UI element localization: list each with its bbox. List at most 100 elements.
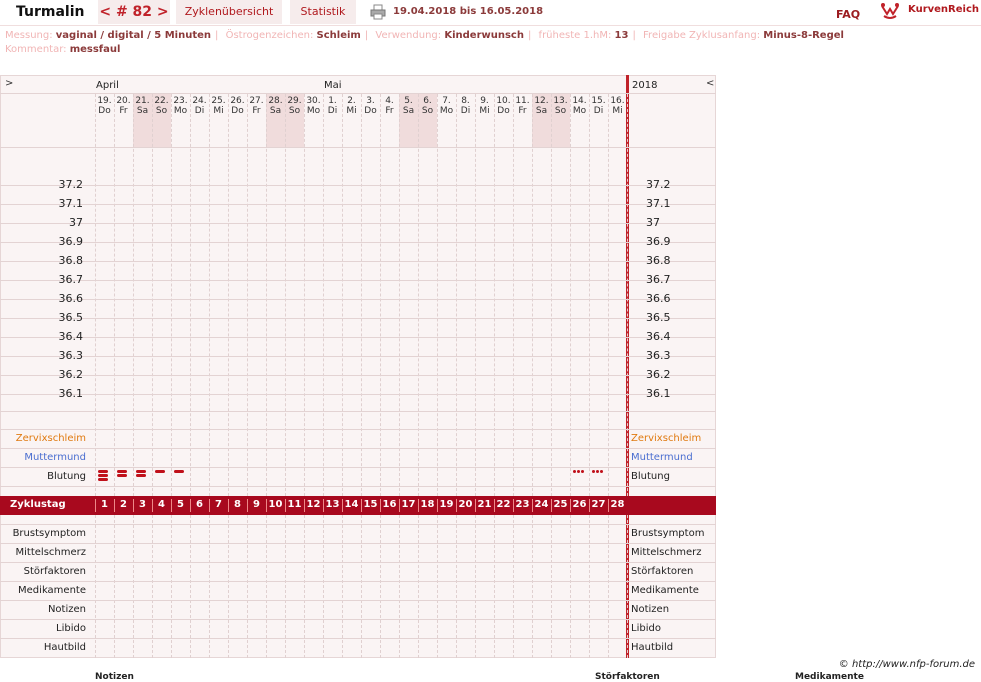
cycle-day-number[interactable]: 13	[323, 499, 342, 510]
verwendung-label: Verwendung:	[375, 30, 442, 41]
cycle-day-number[interactable]: 10	[266, 499, 285, 510]
faq-link[interactable]: FAQ	[836, 8, 860, 21]
cycle-day-number[interactable]: 2	[114, 499, 133, 510]
cycle-day-number[interactable]: 15	[361, 499, 380, 510]
day-gridline	[494, 94, 495, 496]
day-gridline	[456, 515, 457, 658]
day-header[interactable]: 12. Sa	[532, 96, 551, 116]
day-header[interactable]: 9. Mi	[475, 96, 494, 116]
cycle-day-number[interactable]: 21	[475, 499, 494, 510]
bleeding-mark-day2-b[interactable]	[117, 474, 127, 477]
printer-icon[interactable]	[370, 4, 386, 20]
bleeding-mark-day4[interactable]	[155, 470, 165, 473]
next-cycle-arrow[interactable]: <	[706, 78, 714, 89]
day-gridline	[513, 94, 514, 496]
row-label-brustsymptom: Brustsymptom	[12, 528, 86, 539]
day-date: 28.	[268, 96, 283, 106]
day-date: 3.	[366, 96, 375, 106]
row-label-störfaktoren: Störfaktoren	[23, 566, 86, 577]
day-header[interactable]: 14. Mo	[570, 96, 589, 116]
cycle-day-number[interactable]: 22	[494, 499, 513, 510]
spotting-dot[interactable]	[581, 470, 584, 473]
day-header[interactable]: 11. Fr	[513, 96, 532, 116]
day-gridline	[589, 94, 590, 496]
bleeding-mark-day5[interactable]	[174, 470, 184, 473]
day-header[interactable]: 7. Mo	[437, 96, 456, 116]
day-header[interactable]: 3. Do	[361, 96, 380, 116]
day-header[interactable]: 4. Fr	[380, 96, 399, 116]
day-header[interactable]: 21. Sa	[133, 96, 152, 116]
day-header[interactable]: 6. So	[418, 96, 437, 116]
bleeding-mark-day3-a[interactable]	[136, 470, 146, 473]
day-header[interactable]: 16. Mi	[608, 96, 627, 116]
bleeding-mark-day1-a[interactable]	[98, 470, 108, 473]
copyright-footer[interactable]: © http://www.nfp-forum.de	[839, 659, 975, 670]
cycle-day-number[interactable]: 3	[133, 499, 152, 510]
spotting-dot[interactable]	[592, 470, 595, 473]
cycle-day-number[interactable]: 4	[152, 499, 171, 510]
row-gridline	[0, 280, 716, 281]
cycle-day-number[interactable]: 20	[456, 499, 475, 510]
day-header[interactable]: 5. Sa	[399, 96, 418, 116]
day-header[interactable]: 15. Di	[589, 96, 608, 116]
bottom-notizen-heading: Notizen	[95, 672, 134, 682]
cycle-day-number[interactable]: 1	[95, 499, 114, 510]
day-header[interactable]: 13. So	[551, 96, 570, 116]
day-header[interactable]: 23. Mo	[171, 96, 190, 116]
cycle-day-number[interactable]: 18	[418, 499, 437, 510]
cycle-day-number[interactable]: 24	[532, 499, 551, 510]
day-date: 27.	[249, 96, 264, 106]
prev-cycle-arrow[interactable]: >	[5, 78, 13, 89]
day-header[interactable]: 24. Di	[190, 96, 209, 116]
day-header[interactable]: 29. So	[285, 96, 304, 116]
cycle-day-number[interactable]: 17	[399, 499, 418, 510]
tab-statistics[interactable]: Statistik	[290, 0, 356, 24]
bleeding-mark-day1-c[interactable]	[98, 478, 108, 481]
day-gridline	[399, 94, 400, 496]
temp-axis-label-right: 37.2	[646, 178, 671, 191]
tab-cycle-overview[interactable]: Zyklenübersicht	[176, 0, 282, 24]
cycle-day-number[interactable]: 8	[228, 499, 247, 510]
day-header[interactable]: 25. Mi	[209, 96, 228, 116]
spotting-dot[interactable]	[600, 470, 603, 473]
cycle-day-number[interactable]: 25	[551, 499, 570, 510]
bleeding-mark-day2-a[interactable]	[117, 470, 127, 473]
day-header[interactable]: 19. Do	[95, 96, 114, 116]
day-gridline	[323, 515, 324, 658]
cycle-day-number[interactable]: 19	[437, 499, 456, 510]
spotting-dot[interactable]	[573, 470, 576, 473]
freigabe-value: Minus-8-Regel	[763, 30, 844, 41]
cycle-day-label: Zyklustag	[10, 499, 66, 510]
day-header[interactable]: 27. Fr	[247, 96, 266, 116]
cycle-day-number[interactable]: 16	[380, 499, 399, 510]
cycle-navigator[interactable]: < # 82 >	[98, 0, 170, 24]
spotting-dot[interactable]	[596, 470, 599, 473]
cycle-day-number[interactable]: 9	[247, 499, 266, 510]
bleeding-mark-day1-b[interactable]	[98, 474, 108, 477]
day-header[interactable]: 1. Di	[323, 96, 342, 116]
cycle-day-number[interactable]: 6	[190, 499, 209, 510]
day-gridline	[133, 94, 134, 496]
day-header[interactable]: 8. Di	[456, 96, 475, 116]
cycle-day-number[interactable]: 27	[589, 499, 608, 510]
day-header[interactable]: 26. Do	[228, 96, 247, 116]
cycle-day-number[interactable]: 12	[304, 499, 323, 510]
day-weekday: Do	[231, 106, 244, 116]
cycle-day-number[interactable]: 26	[570, 499, 589, 510]
cycle-day-number[interactable]: 7	[209, 499, 228, 510]
messung-value: vaginal / digital / 5 Minuten	[55, 30, 212, 41]
row-gridline	[0, 242, 716, 243]
spotting-dot[interactable]	[577, 470, 580, 473]
day-header[interactable]: 2. Mi	[342, 96, 361, 116]
bleeding-mark-day3-b[interactable]	[136, 474, 146, 477]
day-header[interactable]: 20. Fr	[114, 96, 133, 116]
cycle-day-number[interactable]: 14	[342, 499, 361, 510]
day-header[interactable]: 30. Mo	[304, 96, 323, 116]
day-header[interactable]: 22. So	[152, 96, 171, 116]
day-header[interactable]: 28. Sa	[266, 96, 285, 116]
cycle-day-number[interactable]: 28	[608, 499, 627, 510]
cycle-day-number[interactable]: 5	[171, 499, 190, 510]
day-header[interactable]: 10. Do	[494, 96, 513, 116]
cycle-day-number[interactable]: 11	[285, 499, 304, 510]
cycle-day-number[interactable]: 23	[513, 499, 532, 510]
